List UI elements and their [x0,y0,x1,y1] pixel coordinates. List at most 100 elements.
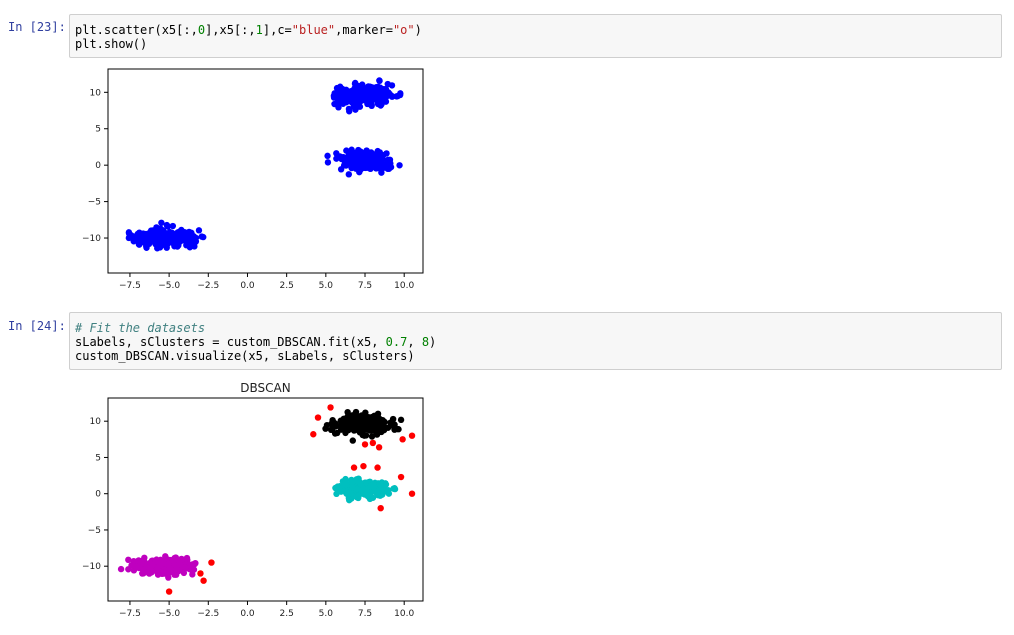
x-tick-label: 7.5 [358,281,372,291]
scatter-point [370,417,377,424]
scatter-point [397,473,405,481]
scatter-point [327,404,334,411]
y-tick-label: −10 [82,234,101,244]
scatter-point [337,488,345,495]
scatter-point [377,95,384,102]
scatter-point [374,488,382,495]
scatter-point [166,565,173,572]
scatter-point [195,227,203,234]
scatter-point [190,233,198,240]
x-tick-label: −7.5 [119,281,141,291]
x-tick-label: −2.5 [197,281,219,291]
y-tick-label: 10 [90,88,102,98]
scatter-point [342,475,349,483]
scatter-point [353,485,361,493]
scatter-point [375,444,383,451]
code-cell-23[interactable]: plt.scatter(x5[:,0],x5[:,1],c="blue",mar… [69,14,1002,58]
cell-prompt-23: In [23]: [8,20,66,34]
scatter-point [133,563,140,571]
scatter-point [349,93,357,100]
scatter-point [200,233,207,241]
y-tick-label: −5 [88,198,101,208]
scatter-point [348,479,356,486]
code-line: # Fit the datasets [75,321,206,335]
x-tick-label: 5.0 [319,609,334,619]
scatter-point [165,588,173,595]
code-cell-24[interactable]: # Fit the datasets sLabels, sClusters = … [69,312,1002,370]
scatter-point [352,423,359,431]
scatter-point [350,464,358,471]
scatter-point [125,229,133,236]
scatter-point [169,222,177,230]
scatter-point [376,419,383,426]
scatter-point [152,558,159,565]
scatter-point [366,488,373,495]
scatter-point [377,482,385,490]
scatter-point [171,556,179,563]
scatter-point [376,164,383,172]
scatter-point [391,421,398,428]
scatter-point [324,152,331,160]
x-tick-label: 7.5 [358,609,372,619]
scatter-point [179,230,186,237]
scatter-point [364,99,371,107]
scatter-point [331,100,338,108]
scatter-point [356,429,364,436]
x-tick-label: 2.5 [279,281,293,291]
scatter-point [163,244,170,251]
scatter-point [377,505,384,512]
scatter-point [140,566,147,573]
scatter-point [365,426,373,433]
scatter-point [361,441,369,448]
scatter-point [356,478,364,486]
scatter-point [169,230,176,238]
scatter-point [158,219,165,226]
scatter-point [145,234,152,242]
scatter-point [341,92,348,99]
y-tick-label: 10 [90,417,102,427]
x-tick-label: 0.0 [240,609,255,619]
x-tick-label: −7.5 [119,609,141,619]
scatter-point [369,439,377,447]
scatter-point [345,105,353,113]
scatter-point [362,413,369,420]
scatter-point [387,163,395,171]
x-tick-label: −2.5 [197,609,219,619]
scatter-point [352,163,360,171]
dbscan-scatter-chart: DBSCAN −7.5 −5.0 −2.5 0.0 2.5 5.0 7.5 10.0 10 5 0 −5… [82,381,424,619]
scatter-point [397,416,405,424]
scatter-point [192,559,199,567]
scatter-point [396,91,404,99]
dbscan-plot-output: DBSCAN −7.5 −5.0 −2.5 0.0 2.5 5.0 7.5 10.0 10 5 0 −5… [75,378,455,627]
x-tick-label: 10.0 [394,281,414,291]
scatter-point [347,148,355,155]
scatter-point [333,155,340,162]
y-tick-label: 5 [95,125,101,135]
scatter-point [384,487,391,494]
x-tick-label: −5.0 [158,281,180,291]
code-line: plt.scatter(x5[:,0],x5[:,1],c="blue",mar… [75,23,422,37]
cell-prompt-24: In [24]: [8,319,66,333]
y-tick-label: 5 [95,453,101,463]
scatter-point [324,159,332,166]
scatter-point [360,422,367,429]
scatter-point [181,564,189,571]
scatter-point [130,238,137,245]
scatter-point [173,566,181,573]
scatter-point [355,417,362,424]
scatter-point [362,432,370,439]
y-tick-label: 0 [95,161,101,171]
scatter-point [369,92,377,99]
scatter-point [154,229,161,237]
scatter-point [135,557,142,564]
scatter-point [342,429,349,437]
scatter-point [345,171,353,178]
scatter-point [165,574,172,581]
code-line: plt.show() [75,37,148,51]
scatter-point [376,77,383,84]
scatter-point [349,437,356,444]
scatter-point [367,482,374,490]
scatter-point [360,462,367,470]
scatter-point [408,490,416,497]
scatter-point [391,485,399,493]
